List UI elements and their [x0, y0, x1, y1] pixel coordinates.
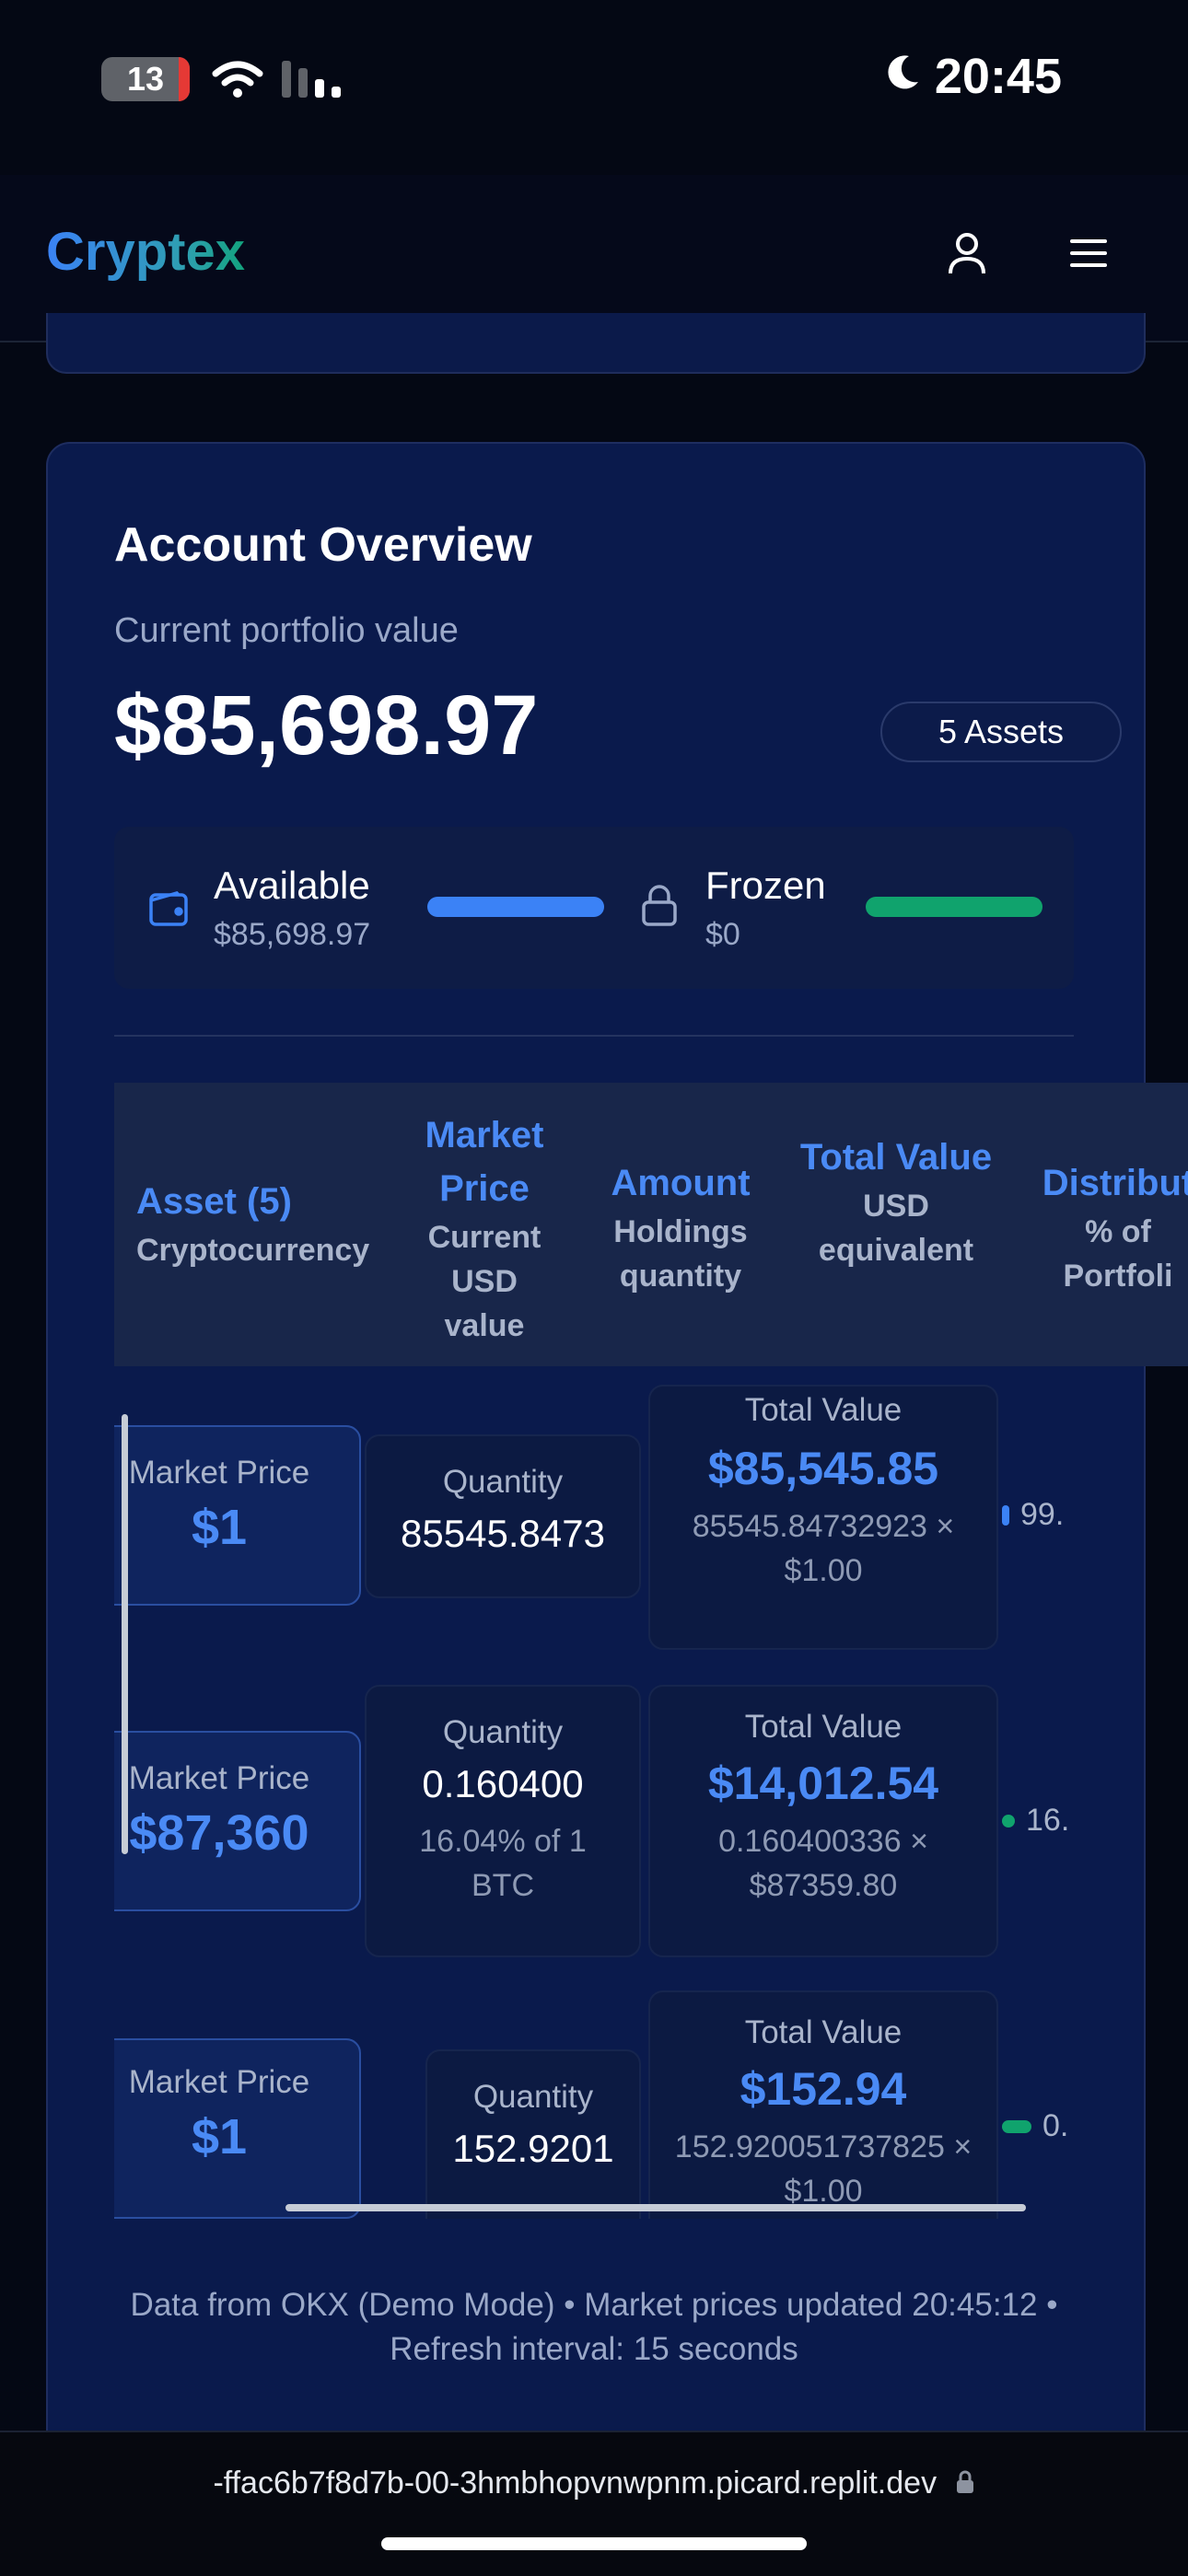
- distribution-dot: [1002, 1814, 1015, 1828]
- data-source-note: Data from OKX (Demo Mode) • Market price…: [130, 2287, 1058, 2367]
- url-display[interactable]: -ffac6b7f8d7b-00-3hmbhopvnwpnm.picard.re…: [0, 2466, 1188, 2503]
- frozen-bar: [866, 897, 1042, 917]
- battery-indicator: 13: [101, 57, 190, 101]
- quantity-cell: Quantity 152.9201: [425, 2049, 641, 2219]
- signal-icon: [282, 61, 346, 99]
- holdings-table-body: Market Price $1 Quantity 85545.8473 Tota…: [114, 1372, 1146, 2219]
- col-total-value[interactable]: Total Value USD equivalent: [799, 1131, 993, 1272]
- distribution-dot: [1002, 1504, 1009, 1526]
- battery-level: 13: [126, 60, 165, 98]
- card-title: Account Overview: [114, 518, 532, 572]
- menu-icon[interactable]: [1061, 226, 1116, 281]
- total-value-cell: Total Value $14,012.54 0.160400336 × $87…: [648, 1685, 998, 1957]
- lock-icon: [955, 2467, 975, 2503]
- portfolio-value: $85,698.97: [114, 679, 539, 772]
- user-icon[interactable]: [939, 226, 995, 281]
- available-label: Available: [214, 864, 370, 907]
- vertical-scrollbar[interactable]: [122, 1414, 128, 1854]
- balance-summary: Available $85,698.97 Frozen $0: [114, 827, 1074, 989]
- frozen-value: $0: [705, 917, 740, 952]
- previous-card-edge: [46, 313, 1146, 374]
- col-distribution[interactable]: Distribut % of Portfoli: [1026, 1156, 1188, 1298]
- distribution-cell: 0.: [1002, 2108, 1068, 2144]
- available-value: $85,698.97: [214, 917, 371, 952]
- col-asset[interactable]: Asset (5) Cryptocurrency: [136, 1175, 413, 1272]
- clock-text: 20:45: [934, 49, 1062, 104]
- total-value-cell: Total Value $85,545.85 85545.84732923 × …: [648, 1385, 998, 1650]
- moon-icon: [881, 48, 922, 105]
- total-value-cell: Total Value $152.94 152.920051737825 × $…: [648, 1990, 998, 2219]
- market-price-cell: Market Price $1: [114, 2038, 361, 2219]
- browser-address-bar[interactable]: [0, 2431, 1188, 2576]
- distribution-cell: 99.: [1002, 1497, 1064, 1533]
- wifi-icon: [212, 59, 263, 99]
- distribution-cell: 16.: [1002, 1803, 1069, 1839]
- market-price-cell: Market Price $1: [114, 1425, 361, 1606]
- url-text: -ffac6b7f8d7b-00-3hmbhopvnwpnm.picard.re…: [213, 2466, 938, 2501]
- wallet-icon: [149, 889, 190, 931]
- assets-count-badge: 5 Assets: [880, 702, 1122, 762]
- col-amount[interactable]: Amount Holdings quantity: [602, 1156, 759, 1298]
- col-market-price[interactable]: Market Price Current USD value: [418, 1108, 551, 1348]
- quantity-cell: Quantity 0.160400 16.04% of 1 BTC: [365, 1685, 641, 1957]
- frozen-label: Frozen: [705, 864, 826, 907]
- holdings-table-header: Asset (5) Cryptocurrency Market Price Cu…: [114, 1083, 1188, 1366]
- market-price-cell: Market Price $87,360: [114, 1731, 361, 1911]
- home-indicator[interactable]: [381, 2537, 807, 2550]
- section-divider: [114, 1035, 1074, 1037]
- status-time: 20:45: [881, 48, 1062, 105]
- brand-logo[interactable]: Cryptex: [46, 221, 245, 283]
- available-bar: [427, 897, 604, 917]
- quantity-cell: Quantity 85545.8473: [365, 1434, 641, 1598]
- card-subtitle: Current portfolio value: [114, 611, 459, 650]
- horizontal-scrollbar[interactable]: [285, 2204, 1026, 2211]
- lock-icon: [641, 884, 678, 931]
- distribution-dot: [1002, 2119, 1031, 2133]
